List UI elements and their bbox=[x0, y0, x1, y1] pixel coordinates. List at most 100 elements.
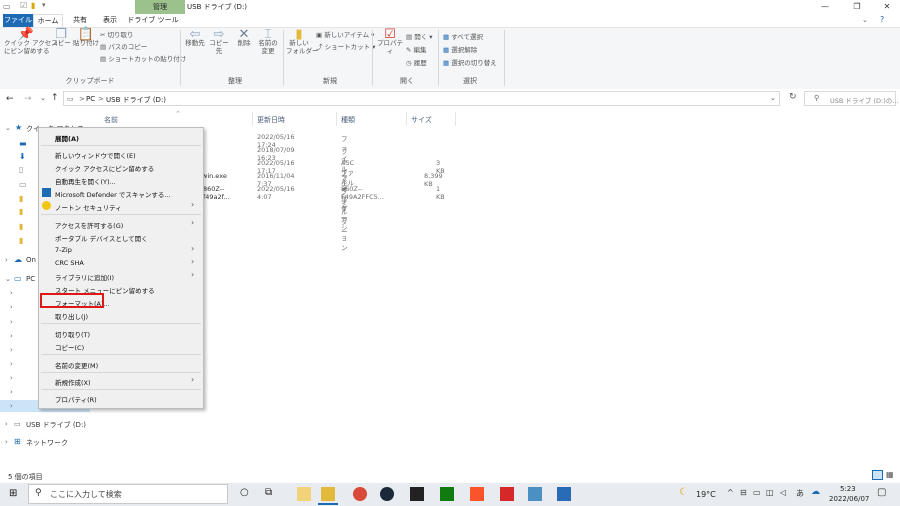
menu-item-crc-sha[interactable]: CRC SHA bbox=[55, 259, 84, 267]
onedrive-tray-icon[interactable]: ☁ bbox=[811, 487, 820, 497]
menu-item-expand[interactable]: 展開(A) bbox=[55, 133, 79, 143]
battery-icon[interactable]: ▭ bbox=[753, 488, 761, 497]
expand-chevron-icon[interactable]: › bbox=[10, 388, 13, 396]
ime-icon[interactable]: あ bbox=[796, 488, 804, 499]
menu-item-open-new-window[interactable]: 新しいウィンドウで開く(E) bbox=[55, 150, 136, 160]
tray-icon[interactable]: ⊟ bbox=[740, 488, 747, 497]
new-folder-button[interactable]: ▮ 新しい フォルダー bbox=[286, 28, 319, 55]
recent-chevron-icon[interactable]: ⌄ bbox=[40, 94, 46, 102]
tab-home[interactable]: ホーム bbox=[33, 14, 63, 27]
shortcut-button[interactable]: ⤴ ショートカット ▾ bbox=[316, 43, 375, 51]
address-dropdown-icon[interactable]: ⌄ bbox=[770, 94, 776, 102]
expand-chevron-icon[interactable]: › bbox=[10, 289, 13, 297]
large-icons-view-icon[interactable]: ▦ bbox=[886, 470, 894, 479]
pin-quick-access-button[interactable]: 📌 クイック アクセス にピン留めする bbox=[4, 28, 58, 55]
volume-icon[interactable]: ◁ bbox=[780, 488, 786, 497]
column-type[interactable]: 種類 bbox=[341, 115, 355, 125]
tab-drive-tools[interactable]: ドライブ ツール bbox=[124, 14, 182, 27]
menu-item-norton[interactable]: ノートン セキュリティ bbox=[55, 202, 122, 212]
expand-chevron-icon[interactable]: › bbox=[10, 346, 13, 354]
address-bar[interactable] bbox=[63, 91, 780, 106]
delete-button[interactable]: ✕ 削除 bbox=[234, 28, 254, 47]
up-icon[interactable]: ↑ bbox=[51, 93, 59, 103]
copy-button[interactable]: ❐ コピー bbox=[51, 28, 71, 47]
menu-item-open-portable[interactable]: ポータブル デバイスとして開く bbox=[55, 233, 148, 243]
minimize-button[interactable]: — bbox=[810, 0, 840, 14]
properties-button[interactable]: ☑ プロパティ bbox=[376, 28, 404, 55]
tab-share[interactable]: 共有 bbox=[66, 14, 94, 27]
chevron-down-icon[interactable]: ▾ bbox=[42, 1, 46, 9]
menu-item-autoplay[interactable]: 自動再生を開く(Y)... bbox=[55, 176, 116, 186]
clock-time[interactable]: 5:23 bbox=[840, 485, 856, 493]
menu-item-rename[interactable]: 名前の変更(M) bbox=[55, 360, 98, 370]
weather-temp[interactable]: 19°C bbox=[696, 490, 716, 499]
expand-chevron-icon[interactable]: › bbox=[5, 256, 8, 264]
chrome-icon[interactable] bbox=[353, 487, 367, 501]
expand-chevron-icon[interactable]: ⌄ bbox=[5, 124, 11, 132]
file-name[interactable]: win.exe bbox=[202, 172, 227, 180]
properties-icon[interactable]: ☑ bbox=[20, 1, 27, 10]
expand-chevron-icon[interactable]: › bbox=[10, 360, 13, 368]
close-button[interactable]: ✕ bbox=[872, 0, 900, 14]
tab-file[interactable]: ファイル bbox=[3, 14, 33, 27]
xbox-icon[interactable] bbox=[440, 487, 454, 501]
blue-app-icon[interactable] bbox=[528, 487, 542, 501]
notes-app-icon[interactable] bbox=[297, 487, 311, 501]
new-item-button[interactable]: ▣ 新しいアイテム ▾ bbox=[316, 31, 374, 39]
menu-item-cut[interactable]: 切り取り(T) bbox=[55, 329, 90, 339]
menu-item-properties[interactable]: プロパティ(R) bbox=[55, 394, 97, 404]
folder-icon[interactable]: ▮ bbox=[31, 1, 35, 10]
edit-button[interactable]: ✎ 編集 bbox=[406, 46, 427, 54]
expand-chevron-icon[interactable]: › bbox=[10, 318, 13, 326]
menu-item-defender-scan[interactable]: Microsoft Defender でスキャンする... bbox=[55, 189, 171, 199]
history-button[interactable]: ◷ 履歴 bbox=[406, 59, 427, 67]
notification-icon[interactable]: ▢ bbox=[877, 487, 886, 498]
menu-item-7zip[interactable]: 7-Zip bbox=[55, 246, 72, 254]
move-to-button[interactable]: ⇦ 移動先 bbox=[184, 28, 206, 47]
steam-icon[interactable] bbox=[380, 487, 394, 501]
menu-item-copy[interactable]: コピー(C) bbox=[55, 342, 84, 352]
manage-tab[interactable]: 管理 bbox=[135, 0, 185, 14]
expand-chevron-icon[interactable]: › bbox=[10, 332, 13, 340]
nav-pc[interactable]: PC bbox=[26, 275, 35, 283]
tray-chevron-icon[interactable]: ^ bbox=[727, 488, 734, 497]
invert-selection-button[interactable]: ▦ 選択の切り替え bbox=[443, 59, 497, 67]
open-button[interactable]: ▤ 開く ▾ bbox=[406, 33, 433, 41]
menu-item-eject[interactable]: 取り出し(J) bbox=[55, 311, 88, 321]
file-explorer-taskbar-icon[interactable] bbox=[321, 487, 335, 501]
menu-item-add-library[interactable]: ライブラリに追加(I) bbox=[55, 272, 114, 282]
expand-chevron-icon[interactable]: › bbox=[10, 402, 13, 410]
copy-path-button[interactable]: ▤ パスのコピー bbox=[100, 43, 147, 51]
back-icon[interactable]: ← bbox=[6, 94, 14, 104]
nav-onedrive[interactable]: On bbox=[26, 256, 36, 264]
breadcrumb-drive[interactable]: USB ドライブ (D:) bbox=[106, 95, 166, 105]
task-view-icon[interactable]: ⧉ bbox=[265, 487, 272, 498]
brave-icon[interactable] bbox=[470, 487, 484, 501]
rename-button[interactable]: ⌶ 名前の 変更 bbox=[256, 28, 280, 55]
expand-chevron-icon[interactable]: › bbox=[10, 303, 13, 311]
select-all-button[interactable]: ▦ すべて選択 bbox=[443, 33, 483, 41]
column-size[interactable]: サイズ bbox=[411, 115, 432, 125]
maximize-button[interactable]: ❐ bbox=[842, 0, 872, 14]
photos-icon[interactable] bbox=[557, 487, 571, 501]
nav-usb-drive[interactable]: USB ドライブ (D:) bbox=[26, 420, 86, 430]
refresh-icon[interactable]: ↻ bbox=[789, 92, 797, 102]
paste-button[interactable]: 📋 貼り付け bbox=[73, 28, 99, 47]
paste-shortcut-button[interactable]: ▤ ショートカットの貼り付け bbox=[100, 55, 186, 63]
chevron-down-icon[interactable]: ⌄ bbox=[862, 16, 868, 24]
forward-icon[interactable]: → bbox=[24, 94, 32, 104]
select-none-button[interactable]: ▦ 選択解除 bbox=[443, 46, 477, 54]
menu-item-pin-quick-access[interactable]: クイック アクセスにピン留めする bbox=[55, 163, 154, 173]
epic-games-icon[interactable] bbox=[410, 487, 424, 501]
expand-chevron-icon[interactable]: › bbox=[5, 420, 8, 428]
expand-chevron-icon[interactable]: ⌄ bbox=[5, 275, 11, 283]
menu-item-give-access[interactable]: アクセスを許可する(G) bbox=[55, 220, 123, 230]
cortana-icon[interactable]: ○ bbox=[240, 487, 249, 498]
expand-chevron-icon[interactable]: › bbox=[5, 438, 8, 446]
file-name[interactable]: 860Z--f49a2f... bbox=[203, 185, 230, 201]
tab-view[interactable]: 表示 bbox=[96, 14, 124, 27]
help-icon[interactable]: ? bbox=[880, 15, 884, 24]
menu-item-new[interactable]: 新規作成(X) bbox=[55, 377, 91, 387]
network-tray-icon[interactable]: ◫ bbox=[766, 488, 774, 497]
cut-button[interactable]: ✂ 切り取り bbox=[100, 31, 134, 39]
